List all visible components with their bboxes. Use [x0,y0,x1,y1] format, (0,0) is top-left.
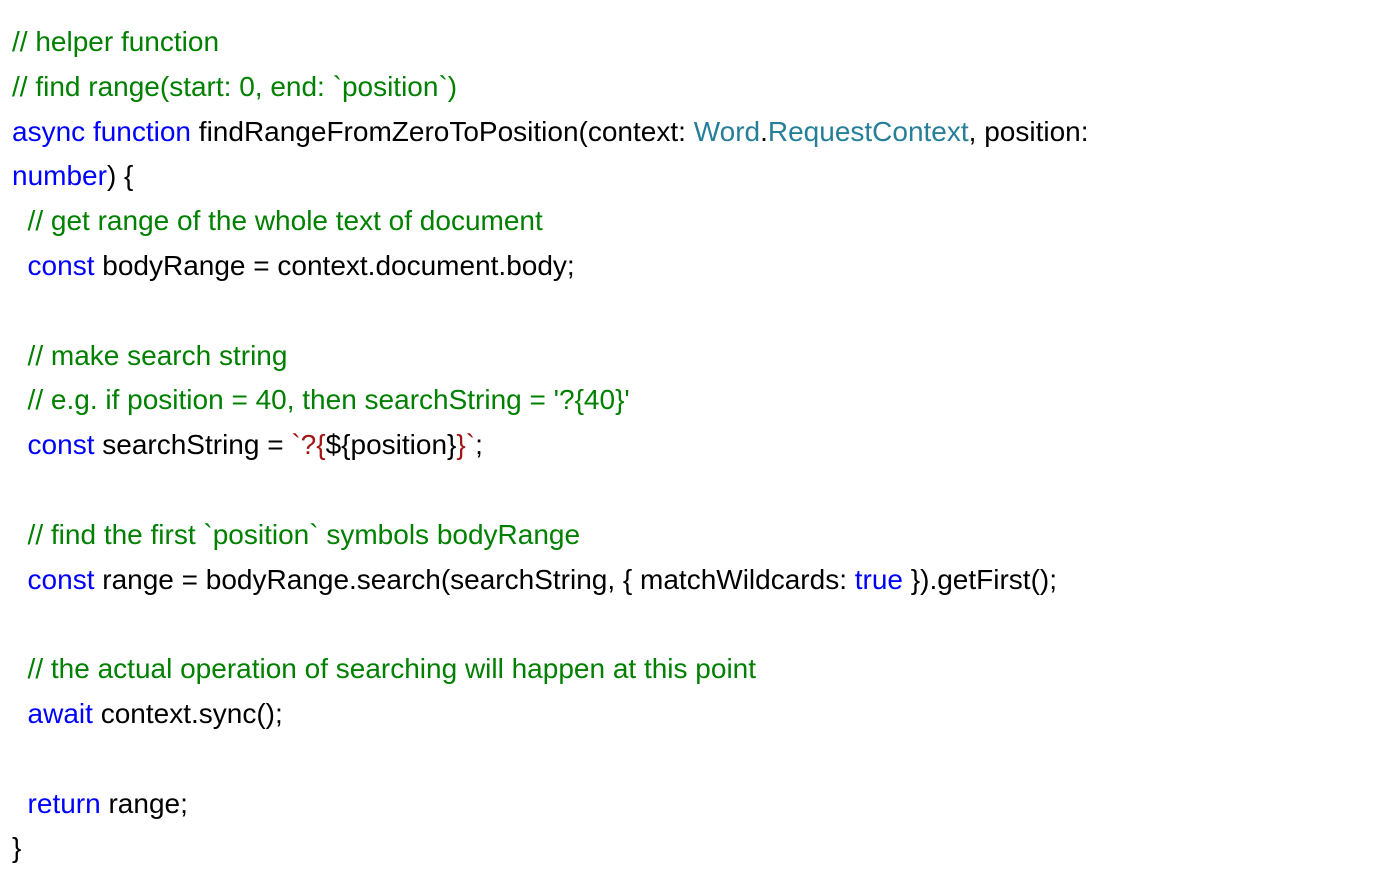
type-name: RequestContext [768,116,969,147]
brace-open: ) { [107,160,133,191]
keyword-const: const [12,564,94,595]
dot: . [760,116,768,147]
template-string: `?{ [291,429,325,460]
keyword-return: return [12,788,101,819]
comment-line: // e.g. if position = 40, then searchStr… [12,384,630,415]
comment-line: // find range(start: 0, end: `position`) [12,71,457,102]
comment-line: // helper function [12,26,219,57]
statement: range; [101,788,188,819]
statement: }).getFirst(); [903,564,1057,595]
keyword-function: function [93,116,191,147]
function-signature: findRangeFromZeroToPosition(context: [191,116,694,147]
keyword-async: async [12,116,93,147]
keyword-const: const [12,429,94,460]
code-snippet: // helper function // find range(start: … [12,20,1378,871]
comment-line: // make search string [12,340,287,371]
var-name: searchString = [94,429,291,460]
keyword-await: await [12,698,93,729]
template-interpolation: ${position} [326,429,457,460]
statement: bodyRange = context.document.body; [94,250,574,281]
comment-line: // the actual operation of searching wil… [12,653,756,684]
brace-close: } [12,832,21,863]
keyword-true: true [855,564,903,595]
param-text: , position: [969,116,1097,147]
semicolon: ; [475,429,483,460]
comment-line: // find the first `position` symbols bod… [12,519,580,550]
statement: context.sync(); [93,698,283,729]
statement: range = bodyRange.search(searchString, {… [94,564,854,595]
comment-line: // get range of the whole text of docume… [12,205,543,236]
template-string: }` [456,429,475,460]
keyword-const: const [12,250,94,281]
type-name: Word [694,116,760,147]
type-number: number [12,160,107,191]
